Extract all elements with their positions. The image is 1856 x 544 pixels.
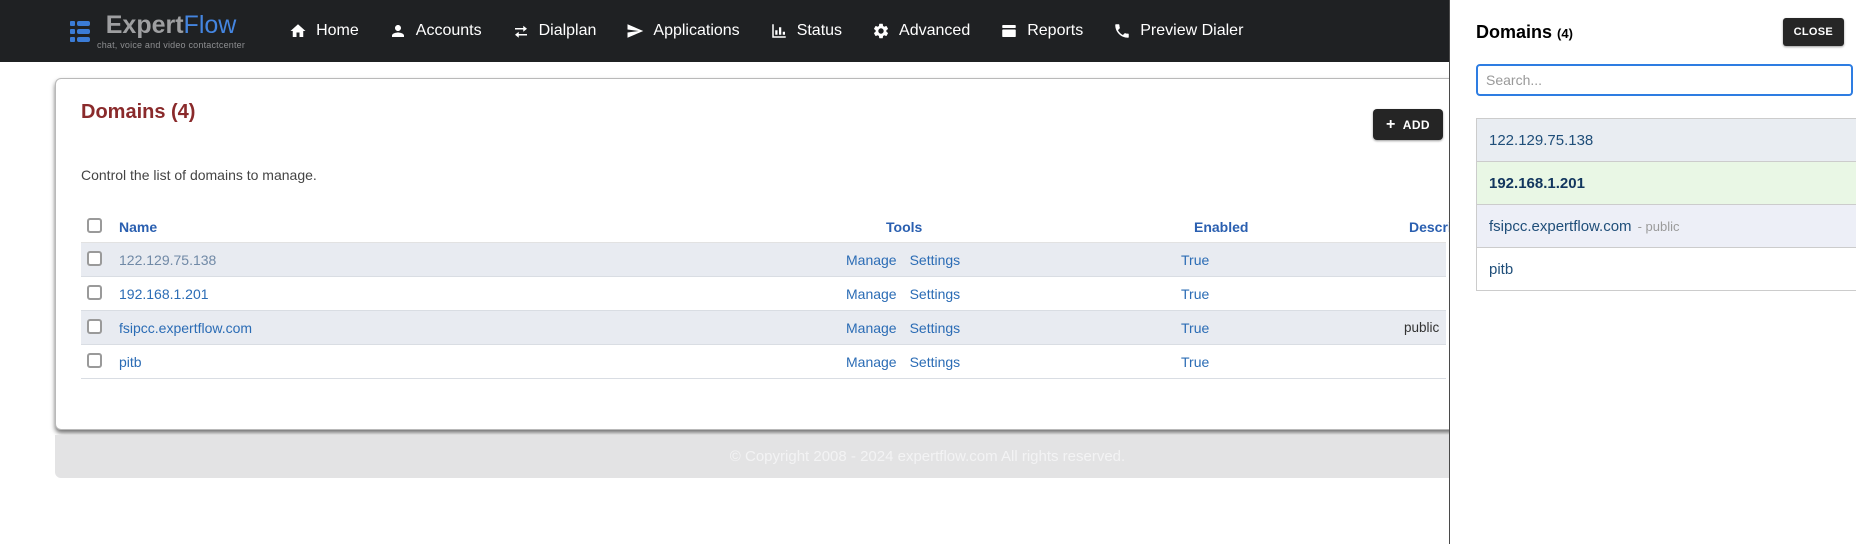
manage-link[interactable]: Manage (846, 354, 897, 370)
nav-item-status[interactable]: Status (770, 22, 842, 40)
domains-card: Domains (4) + ADD Control the list of do… (55, 78, 1486, 430)
table-header-row: Name Tools Enabled Description (81, 211, 1486, 243)
enabled-link[interactable]: True (1181, 252, 1401, 268)
domains-table: Name Tools Enabled Description 122.129.7… (81, 211, 1486, 379)
row-checkbox[interactable] (87, 352, 102, 368)
enabled-link[interactable]: True (1181, 286, 1401, 302)
user-icon (391, 25, 404, 37)
row-checkbox[interactable] (87, 318, 102, 334)
domain-switcher-panel: Domains (4) CLOSE 122.129.75.138 192.168… (1449, 0, 1856, 544)
domain-name-link[interactable]: 122.129.75.138 (119, 252, 846, 268)
brand-logo[interactable]: ExpertFlow chat, voice and video contact… (70, 10, 246, 50)
manage-link[interactable]: Manage (846, 252, 897, 268)
nav-item-applications[interactable]: Applications (626, 22, 740, 40)
nav-item-label: Accounts (415, 22, 482, 39)
domain-list-item-label: 122.129.75.138 (1489, 131, 1594, 149)
nav-item-label: Preview Dialer (1140, 22, 1244, 39)
domain-name-link[interactable]: fsipcc.expertflow.com (119, 320, 846, 336)
home-icon (290, 24, 306, 37)
panel-count: (4) (1557, 25, 1573, 41)
table-row: fsipcc.expertflow.com Manage Settings Tr… (81, 311, 1446, 345)
column-header-tools: Tools (886, 218, 923, 235)
plus-icon: + (1386, 115, 1396, 133)
nav-item-preview-dialer[interactable]: Preview Dialer (1113, 22, 1243, 40)
domain-list: 122.129.75.138 192.168.1.201 fsipcc.expe… (1476, 118, 1856, 291)
nav-item-home[interactable]: Home (289, 22, 359, 40)
phone-icon (1115, 24, 1129, 38)
exchange-arrows-icon (514, 25, 527, 38)
manage-link[interactable]: Manage (846, 286, 897, 302)
nav-item-reports[interactable]: Reports (1000, 22, 1083, 40)
enabled-link[interactable]: True (1181, 320, 1401, 336)
description-cell: public (1404, 320, 1440, 335)
domain-list-item-label: fsipcc.expertflow.com (1489, 217, 1632, 235)
nav-item-advanced[interactable]: Advanced (872, 22, 970, 40)
table-row: 122.129.75.138 Manage Settings True (81, 243, 1446, 277)
settings-link[interactable]: Settings (910, 354, 961, 370)
page-subtitle: Control the list of domains to manage. (81, 167, 317, 183)
domain-list-item-label: pitb (1489, 260, 1514, 278)
settings-link[interactable]: Settings (910, 252, 961, 268)
nav-item-label: Reports (1027, 22, 1084, 39)
brand-name-primary: Expert (105, 10, 184, 39)
nav-item-dialplan[interactable]: Dialplan (512, 22, 597, 40)
nav-item-label: Advanced (899, 22, 971, 39)
nav-menu: Home Accounts Dialplan Applications Stat… (289, 22, 1243, 40)
settings-link[interactable]: Settings (910, 286, 961, 302)
add-button[interactable]: + ADD (1373, 109, 1443, 140)
domain-list-item[interactable]: pitb (1477, 248, 1856, 291)
domain-search-input[interactable] (1476, 64, 1853, 96)
page-title: Domains (4) (81, 101, 196, 123)
row-checkbox[interactable] (87, 250, 102, 266)
domain-list-item[interactable]: fsipcc.expertflow.com - public (1477, 205, 1856, 248)
select-all-checkbox[interactable] (87, 217, 102, 233)
add-button-label: ADD (1402, 117, 1430, 132)
nav-item-label: Status (796, 22, 843, 39)
brand-name-secondary: Flow (183, 10, 237, 39)
window-icon (1002, 25, 1016, 37)
table-row: pitb Manage Settings True (81, 345, 1446, 379)
brand-list-icon (70, 20, 90, 42)
copyright-text: © Copyright 2008 - 2024 expertflow.com A… (729, 448, 1126, 465)
panel-header: Domains (4) CLOSE (1476, 18, 1844, 46)
row-checkbox[interactable] (87, 284, 102, 300)
column-header-name: Name (119, 218, 158, 235)
gear-icon (874, 23, 889, 39)
column-header-enabled: Enabled (1194, 218, 1249, 235)
table-row: 192.168.1.201 Manage Settings True (81, 277, 1446, 311)
paper-plane-icon (627, 24, 644, 38)
panel-title: Domains (4) (1476, 21, 1573, 42)
bar-chart-icon (771, 24, 786, 38)
domain-list-item-label: 192.168.1.201 (1489, 174, 1585, 192)
nav-item-label: Dialplan (538, 22, 597, 39)
domain-name-link[interactable]: 192.168.1.201 (119, 286, 846, 302)
domain-list-item-suffix: - public (1637, 218, 1680, 234)
settings-link[interactable]: Settings (910, 320, 961, 336)
nav-item-label: Applications (653, 22, 740, 39)
nav-item-label: Home (316, 22, 359, 39)
enabled-link[interactable]: True (1181, 354, 1401, 370)
domain-name-link[interactable]: pitb (119, 354, 846, 370)
brand-tagline: chat, voice and video contactcenter (97, 39, 246, 50)
nav-item-accounts[interactable]: Accounts (389, 22, 482, 40)
close-button[interactable]: CLOSE (1782, 18, 1844, 46)
manage-link[interactable]: Manage (846, 320, 897, 336)
domain-list-item-selected[interactable]: 192.168.1.201 (1477, 162, 1856, 205)
domain-list-item[interactable]: 122.129.75.138 (1477, 119, 1856, 162)
